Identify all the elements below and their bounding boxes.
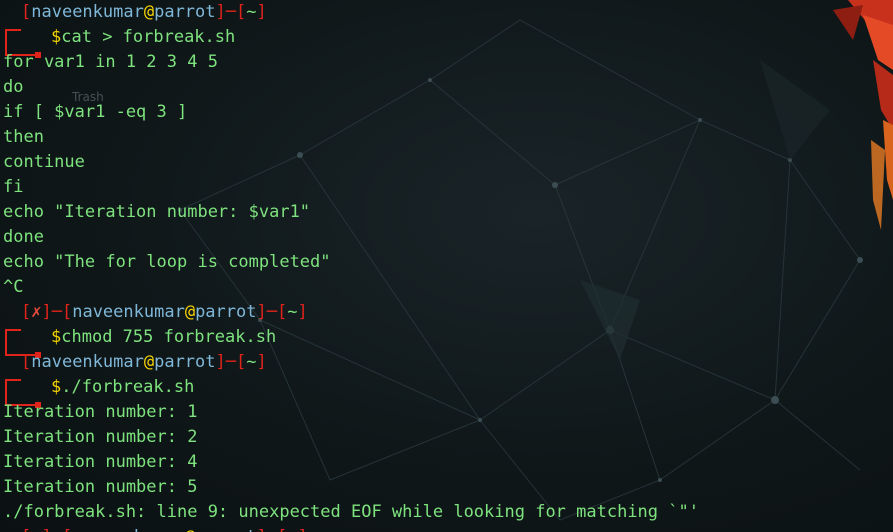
terminal-line: Iteration number: 2 bbox=[3, 427, 198, 447]
command-text: cat > forbreak.sh bbox=[61, 27, 236, 47]
terminal-line: do bbox=[3, 77, 24, 97]
prompt-user: naveenkumar bbox=[31, 352, 144, 372]
prompt-bracket: [ bbox=[21, 352, 32, 372]
terminal-line: Iteration number: 5 bbox=[3, 477, 198, 497]
prompt-at: @ bbox=[185, 527, 195, 532]
prompt-path: ~ bbox=[246, 2, 257, 22]
terminal-output[interactable]: [naveenkumar@parrot]─[~] $cat > forbreak.… bbox=[3, 0, 891, 532]
prompt-bracket: ] bbox=[256, 352, 267, 372]
prompt-bracket: [ bbox=[21, 2, 32, 22]
prompt-host: parrot bbox=[154, 352, 216, 372]
prompt-bracket: ]─[ bbox=[256, 302, 288, 322]
prompt-bracket: ] bbox=[297, 527, 307, 532]
prompt-bracket: ]─[ bbox=[41, 302, 73, 322]
prompt-bracket: ]─[ bbox=[42, 527, 73, 532]
command-text: ./forbreak.sh bbox=[61, 377, 195, 397]
prompt-bracket: ] bbox=[256, 2, 267, 22]
terminal-line: echo "Iteration number: $var1" bbox=[3, 202, 311, 222]
terminal-line: Iteration number: 1 bbox=[3, 402, 198, 422]
prompt-bracket: ] bbox=[297, 302, 308, 322]
prompt-bracket: [ bbox=[21, 302, 32, 322]
terminal-line: ./forbreak.sh: line 9: unexpected EOF wh… bbox=[3, 502, 699, 522]
terminal-line: if [ $var1 -eq 3 ] bbox=[3, 102, 188, 122]
prompt-host: parrot bbox=[195, 302, 257, 322]
terminal-line: continue bbox=[3, 152, 85, 172]
prompt-command-line: $chmod 755 forbreak.sh bbox=[3, 325, 891, 358]
prompt-at: @ bbox=[143, 352, 155, 372]
terminal-line: Iteration number: 4 bbox=[3, 452, 198, 472]
prompt-command-line: $cat > forbreak.sh bbox=[3, 25, 891, 58]
prompt-dollar: $ bbox=[51, 327, 62, 347]
prompt-user: naveenkumar bbox=[31, 2, 144, 22]
prompt-bracket: [ bbox=[21, 527, 31, 532]
prompt-host: parrot bbox=[195, 527, 256, 532]
prompt-host: parrot bbox=[154, 2, 216, 22]
prompt-bracket: ]─[ bbox=[215, 352, 247, 372]
terminal-line: echo "The for loop is completed" bbox=[3, 252, 331, 272]
prompt-header: [✗]─[naveenkumar@parrot]─[~] bbox=[3, 300, 891, 345]
prompt-bracket: ]─[ bbox=[256, 527, 287, 532]
command-text: chmod 755 forbreak.sh bbox=[61, 327, 277, 347]
prompt-user: naveenkumar bbox=[72, 302, 185, 322]
error-mark-icon: ✗ bbox=[31, 302, 42, 322]
prompt-header: [naveenkumar@parrot]─[~] bbox=[3, 0, 891, 45]
prompt-command-line: $./forbreak.sh bbox=[3, 375, 891, 408]
terminal-line: done bbox=[3, 227, 44, 247]
prompt-header: [✗]─[naveenkumar@parrot]─[~] bbox=[3, 525, 891, 532]
prompt-user: naveenkumar bbox=[72, 527, 185, 532]
prompt-at: @ bbox=[143, 2, 155, 22]
prompt-bracket: ]─[ bbox=[215, 2, 247, 22]
terminal-line: ^C bbox=[3, 277, 24, 297]
error-mark-icon: ✗ bbox=[31, 527, 41, 532]
prompt-path: ~ bbox=[246, 352, 257, 372]
terminal-line: then bbox=[3, 127, 44, 147]
terminal-line: for var1 in 1 2 3 4 5 bbox=[3, 52, 218, 72]
prompt-at: @ bbox=[184, 302, 196, 322]
prompt-dollar: $ bbox=[51, 377, 62, 397]
prompt-dollar: $ bbox=[51, 27, 62, 47]
prompt-header: [naveenkumar@parrot]─[~] bbox=[3, 350, 891, 395]
prompt-path: ~ bbox=[287, 527, 297, 532]
prompt-path: ~ bbox=[287, 302, 298, 322]
terminal-line: fi bbox=[3, 177, 24, 197]
